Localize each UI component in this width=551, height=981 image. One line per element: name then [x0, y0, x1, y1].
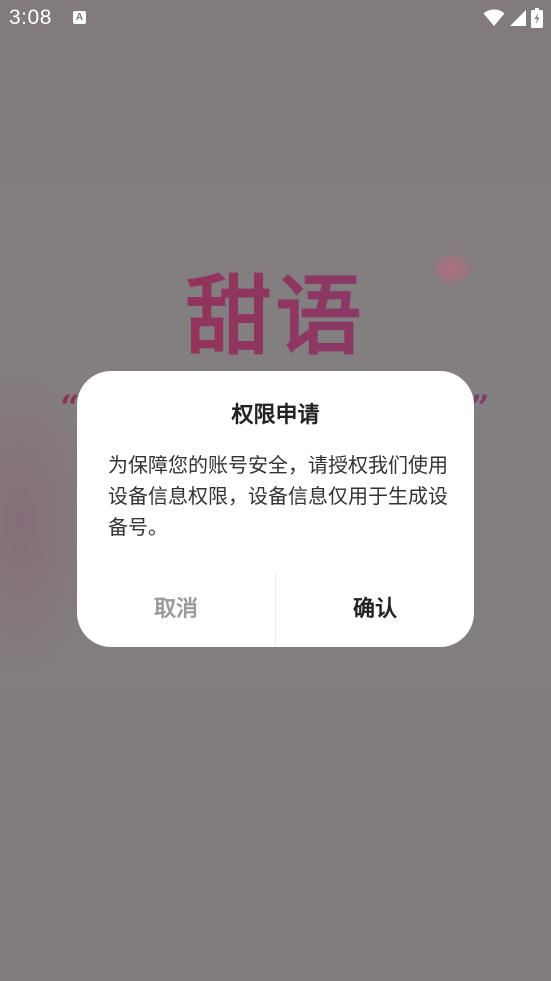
confirm-button[interactable]: 确认 — [276, 572, 474, 647]
permission-dialog: 权限申请 为保障您的账号安全，请授权我们使用设备信息权限，设备信息仅用于生成设备… — [77, 371, 474, 647]
dialog-message: 为保障您的账号安全，请授权我们使用设备信息权限，设备信息仅用于生成设备号。 — [108, 453, 448, 539]
app-screen: 3:08 A 甜语 “ ” 权限申请 为保障您的账号安全，请授权我们使用设备信息… — [0, 0, 551, 981]
cancel-button[interactable]: 取消 — [77, 572, 275, 647]
dialog-button-row: 取消 确认 — [77, 572, 474, 647]
dialog-title: 权限申请 — [231, 403, 320, 428]
